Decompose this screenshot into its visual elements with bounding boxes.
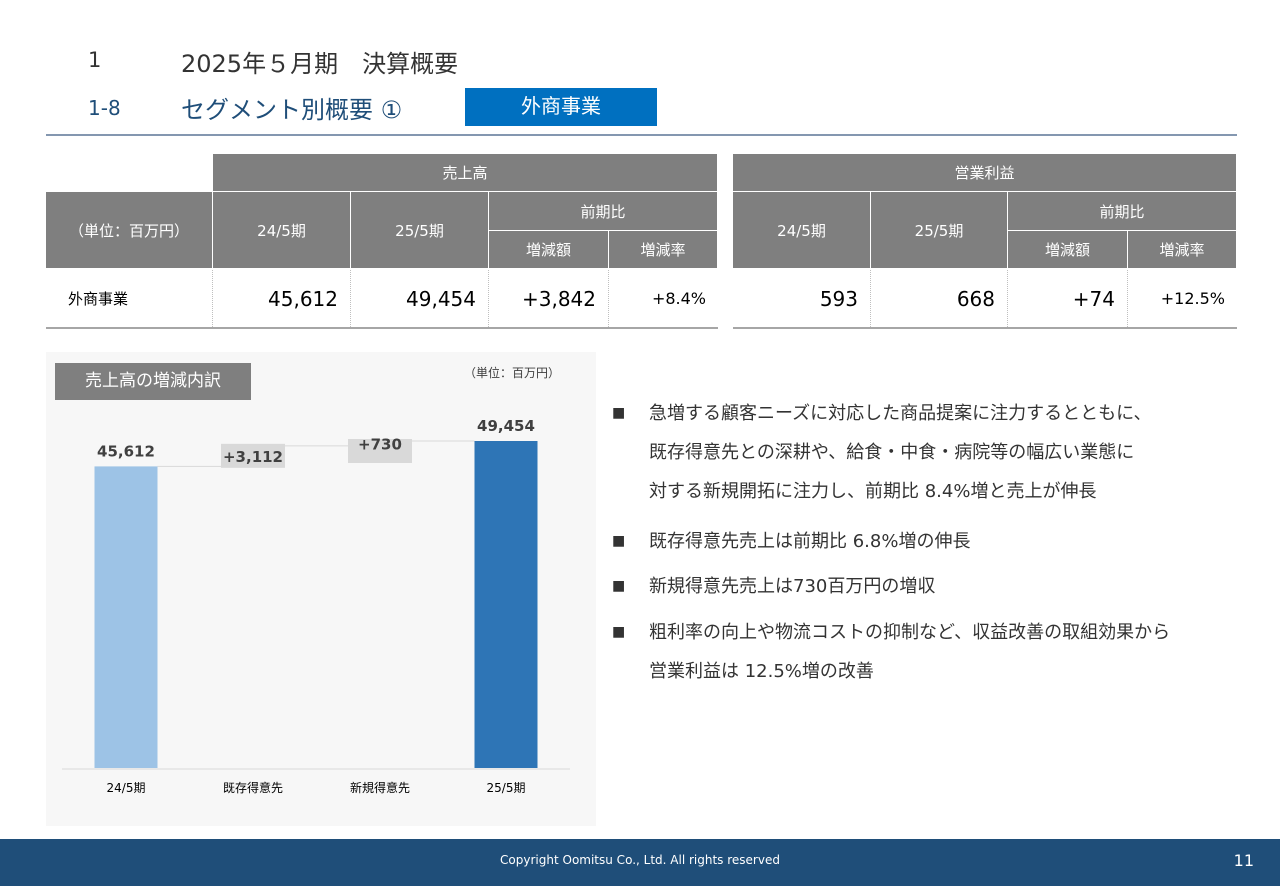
bullet-line: 対する新規開拓に注力し、前期比 8.4%増と売上が伸長 [649, 481, 1097, 502]
profit-curr-header: 25/5期 [871, 192, 1008, 269]
bullet-line: 粗利率の向上や物流コストの抑制など、収益改善の取組効果から [649, 622, 1171, 643]
waterfall-chart: 45,612 24/5期 +3,112 既存得意先 +730 新規得意先 49,454 25/… [62, 417, 570, 795]
category-label-4: 25/5期 [487, 781, 526, 795]
profit-yoy-header: 前期比 [1008, 192, 1237, 231]
sales-diff-rate-header: 増減率 [609, 231, 718, 269]
bullet-line: 営業利益は 12.5%増の改善 [649, 661, 874, 682]
section-number: 1 [88, 48, 102, 72]
profit-prev-header: 24/5期 [733, 192, 871, 269]
sales-yoy-header: 前期比 [489, 192, 718, 231]
bullet-line: 急増する顧客ニーズに対応した商品提案に注力するとともに、 [649, 403, 1152, 424]
bar-label-3: +730 [358, 435, 402, 453]
subsection-title: セグメント別概要 ① [181, 96, 403, 124]
bullet-square-icon: ■ [612, 405, 626, 421]
profit-diff-rate-header: 増減率 [1128, 231, 1237, 269]
sales-curr-value: 49,454 [351, 270, 489, 327]
segment-tag: 外商事業 [465, 88, 657, 126]
profit-rate-value: +12.5% [1128, 270, 1237, 327]
bullet-line: 新規得意先売上は730百万円の増収 [649, 576, 936, 597]
sales-prev-header: 24/5期 [213, 192, 351, 269]
unit-label-cell: （単位：百万円） [46, 192, 213, 269]
sales-header: 売上高 [213, 154, 718, 192]
profit-diff-value: +74 [1008, 270, 1128, 327]
sales-curr-header: 25/5期 [351, 192, 489, 269]
bar-label-2: +3,112 [223, 448, 283, 466]
sales-diff-amount-header: 増減額 [489, 231, 609, 269]
bar-1 [94, 466, 158, 768]
subsection-number: 1-8 [88, 96, 121, 120]
page-number: 11 [1233, 851, 1254, 870]
bullet-square-icon: ■ [612, 578, 626, 594]
sales-rate-value: +8.4% [609, 270, 718, 327]
bullet-square-icon: ■ [612, 533, 626, 549]
category-label-1: 24/5期 [107, 781, 146, 795]
copyright-text: Copyright Oomitsu Co., Ltd. All rights r… [500, 853, 780, 867]
bar-label-4: 49,454 [477, 417, 535, 435]
section-title: 2025年５月期 決算概要 [181, 50, 459, 78]
profit-curr-value: 668 [871, 270, 1008, 327]
category-label-3: 新規得意先 [350, 780, 410, 795]
profit-row-rule [733, 327, 1237, 329]
profit-diff-amount-header: 増減額 [1008, 231, 1128, 269]
bullet-square-icon: ■ [612, 624, 626, 640]
bullet-line: 既存得意先売上は前期比 6.8%増の伸長 [649, 531, 971, 552]
profit-prev-value: 593 [733, 270, 871, 327]
footer: Copyright Oomitsu Co., Ltd. All rights r… [0, 839, 1280, 886]
bar-4 [474, 441, 538, 768]
bullet-line: 既存得意先との深耕や、給食・中食・病院等の幅広い業態に [649, 442, 1135, 463]
row-label: 外商事業 [46, 270, 213, 327]
header-divider [46, 134, 1237, 136]
sales-diff-value: +3,842 [489, 270, 609, 327]
profit-header: 営業利益 [733, 154, 1237, 192]
sales-row-rule [46, 327, 718, 329]
category-label-2: 既存得意先 [223, 780, 283, 795]
sales-prev-value: 45,612 [213, 270, 351, 327]
waterfall-chart-panel: 売上高の増減内訳 （単位：百万円） 45,612 24/5期 +3,112 既存得意先… [46, 352, 596, 826]
bar-label-1: 45,612 [97, 442, 155, 460]
